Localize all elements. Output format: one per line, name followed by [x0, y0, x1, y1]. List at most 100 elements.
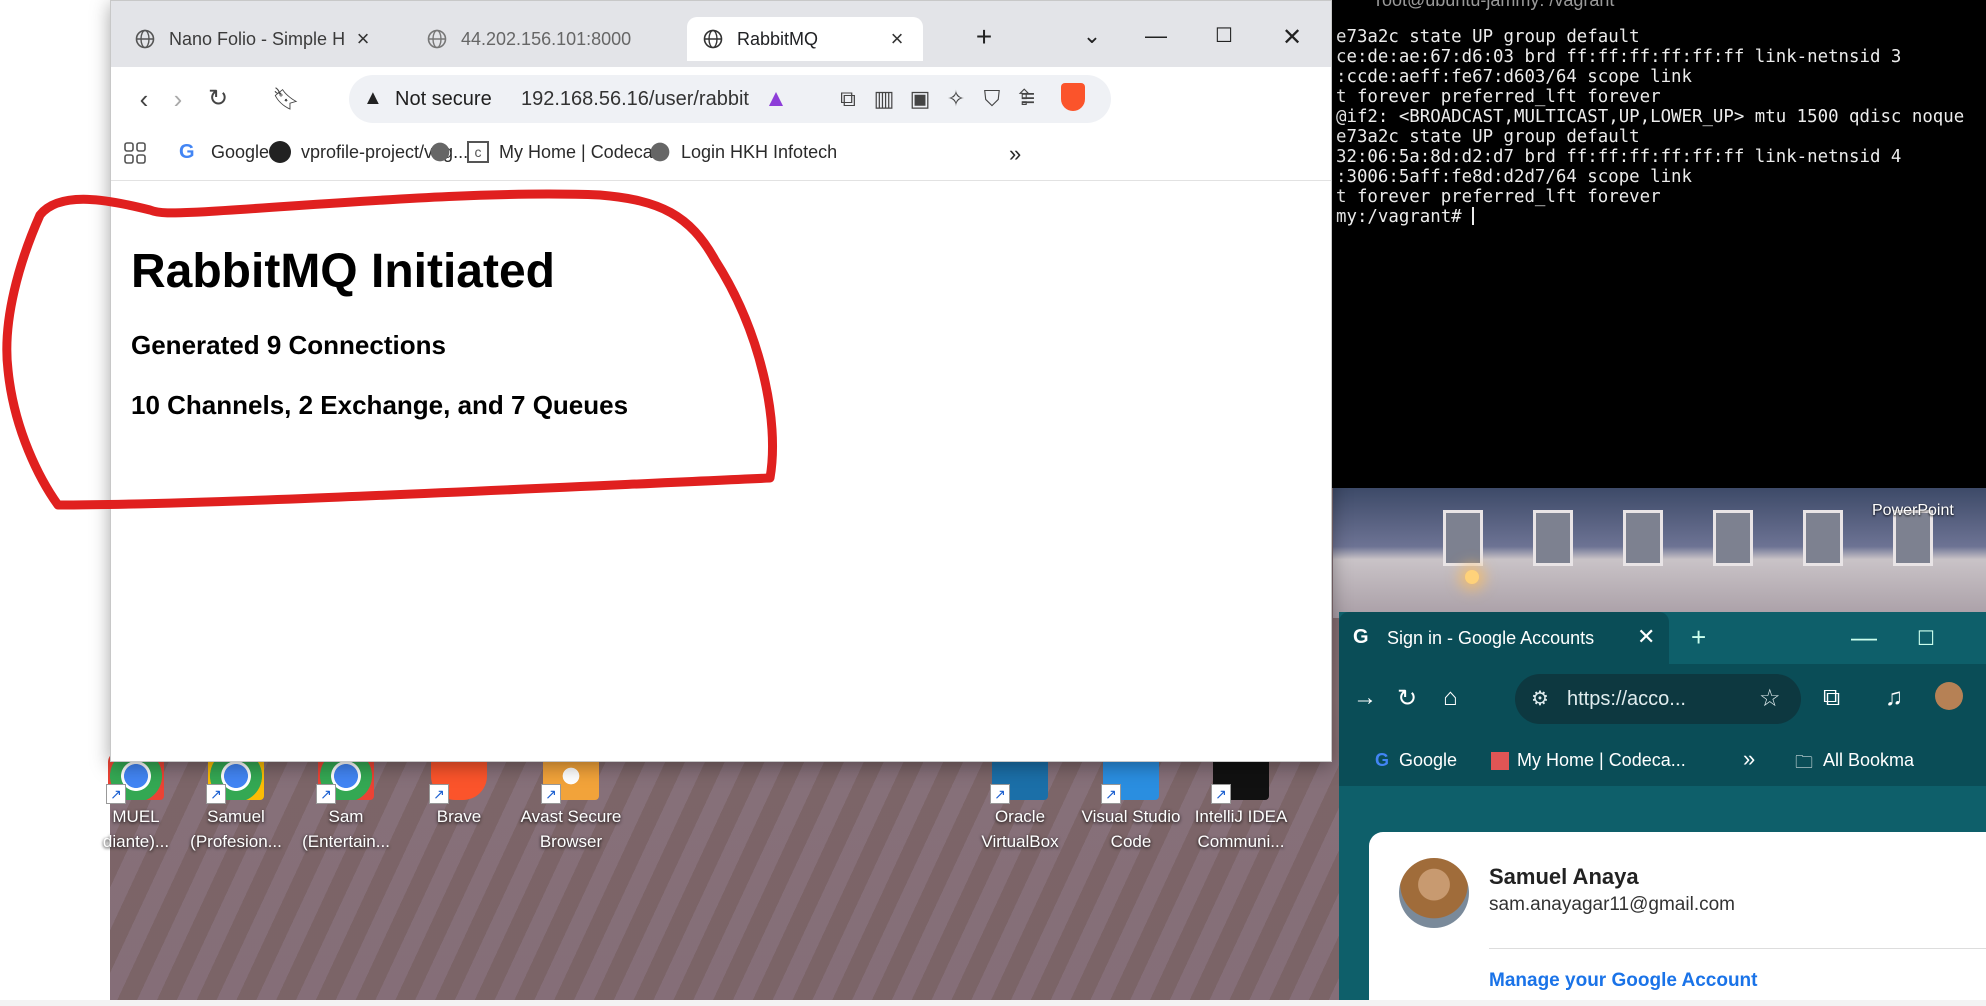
manage-account-link[interactable]: Manage your Google Account — [1489, 970, 1758, 992]
terminal-line: 32:06:5a:8d:d2:d7 brd ff:ff:ff:ff:ff:ff … — [1336, 147, 1902, 167]
terminal-prompt: my:/vagrant# — [1336, 207, 1473, 227]
desktop-icon-intellij[interactable]: ↗ IntelliJ IDEA Communi... — [1186, 752, 1296, 854]
terminal-line: e73a2c state UP group default — [1336, 127, 1640, 147]
terminal-line: e73a2c state UP group default — [1336, 27, 1640, 47]
terminal-line: t forever preferred_lft forever — [1336, 187, 1661, 207]
google-icon: G — [1375, 750, 1390, 770]
bookmark-hkh-infotech[interactable]: Login HKH Infotech — [649, 141, 837, 163]
page-content: RabbitMQ Initiated Generated 9 Connectio… — [111, 182, 1331, 761]
apps-grid-icon[interactable] — [123, 141, 147, 165]
bookmarks-bar: G Google vprofile-project/vag... c My Ho… — [111, 131, 1331, 181]
extensions-icon[interactable]: ⧉ — [833, 85, 863, 115]
desktop-icon-avast[interactable]: ↗ Avast Secure Browser — [516, 752, 626, 854]
powerpoint-label: PowerPoint — [1872, 502, 1954, 519]
google-bookmarks-bar: G Google My Home | Codeca... » 🗀︎ All Bo… — [1339, 736, 1986, 786]
sidebar-icon[interactable]: ▥ — [869, 85, 899, 115]
close-window-button[interactable]: ✕ — [1277, 23, 1307, 52]
bookmark-google[interactable]: G Google — [179, 141, 269, 163]
back-button[interactable]: ‹ — [129, 85, 159, 115]
bookmark-globe[interactable] — [429, 141, 461, 163]
leo-ai-icon[interactable]: ✧ — [941, 85, 971, 115]
divider — [1489, 948, 1986, 949]
google-account-card: Samuel Anaya sam.anayagar11@gmail.com Ma… — [1369, 832, 1986, 1006]
tab-label: Sign in - Google Accounts — [1387, 628, 1595, 648]
codecademy-icon: c — [467, 141, 489, 163]
tab-ip-8000[interactable]: 44.202.156.101:8000 — [411, 17, 641, 61]
terminal-window[interactable]: root@ubuntu-jammy: /vagrant e73a2c state… — [1330, 0, 1986, 488]
tab-google-signin[interactable]: G Sign in - Google Accounts ✕ — [1339, 612, 1669, 664]
media-icon[interactable]: ♫ — [1885, 684, 1903, 712]
menu-icon[interactable]: ≡ — [1013, 85, 1043, 115]
tab-strip: Nano Folio - Simple H × 44.202.156.101:8… — [111, 1, 1331, 67]
terminal-output: e73a2c state UP group default ce:de:ae:67… — [1336, 27, 1964, 227]
all-bookmarks-button[interactable]: All Bookma — [1823, 750, 1914, 771]
tab-label: 44.202.156.101:8000 — [461, 28, 632, 49]
url-text[interactable]: 192.168.56.16/user/rabbit — [521, 88, 749, 111]
new-tab-button[interactable]: + — [969, 21, 999, 53]
google-icon: G — [179, 141, 195, 163]
star-icon[interactable]: ☆ — [1759, 684, 1781, 713]
profile-avatar[interactable] — [1935, 682, 1963, 710]
more-bookmarks-button[interactable]: » — [1743, 746, 1755, 772]
new-tab-button[interactable]: + — [1691, 622, 1706, 653]
bottom-strip — [0, 1000, 1986, 1006]
close-tab-icon[interactable]: × — [885, 27, 909, 51]
more-bookmarks-button[interactable]: » — [1009, 141, 1021, 167]
browser-toolbar: ‹ › ↻ 🔖︎ ▲ Not secure 192.168.56.16/user… — [111, 67, 1331, 131]
maximize-button[interactable]: ☐ — [1209, 23, 1239, 48]
bookmark-icon[interactable]: 🔖︎ — [271, 85, 301, 115]
vpn-icon[interactable]: ⛉ — [977, 85, 1007, 115]
google-icon: G — [1353, 626, 1369, 648]
brave-rewards-icon[interactable]: ▲ — [761, 85, 791, 115]
tab-label: RabbitMQ — [737, 28, 819, 49]
tab-label: Nano Folio - Simple H — [169, 28, 346, 49]
terminal-line: @if2: <BROADCAST,MULTICAST,UP,LOWER_UP> … — [1336, 107, 1965, 127]
google-url-text[interactable]: https://acco... — [1567, 688, 1686, 711]
terminal-line: :3006:5aff:fe8d:d2d7/64 scope link — [1336, 167, 1692, 187]
account-name: Samuel Anaya — [1489, 864, 1639, 889]
desktop-icon-chrome-2[interactable]: ↗ Samuel (Profesion... — [181, 752, 291, 854]
maximize-button[interactable]: ☐ — [1917, 626, 1935, 651]
globe-icon — [703, 29, 723, 49]
extensions-icon[interactable]: ⧉ — [1823, 684, 1840, 712]
warning-icon: ▲ — [363, 87, 383, 109]
forward-button[interactable]: › — [163, 85, 193, 115]
close-tab-icon[interactable]: × — [351, 27, 375, 51]
home-icon[interactable]: ⌂ — [1443, 684, 1458, 712]
tab-rabbitmq[interactable]: RabbitMQ × — [687, 17, 923, 61]
globe-icon — [430, 142, 450, 162]
google-address-bar[interactable]: ⚙ https://acco... ☆ — [1515, 674, 1801, 724]
desktop-icon-chrome-3[interactable]: ↗ Sam (Entertain... — [291, 752, 401, 854]
desktop-icon-vscode[interactable]: ↗ Visual Studio Code — [1076, 752, 1186, 854]
github-icon — [269, 141, 291, 163]
globe-icon — [650, 142, 670, 162]
reload-button[interactable]: ↻ — [203, 85, 233, 115]
forward-button[interactable]: → — [1353, 684, 1377, 712]
bookmark-codecademy[interactable]: My Home | Codeca... — [1517, 750, 1686, 771]
minimize-button[interactable]: — — [1851, 622, 1877, 653]
summary-text: 10 Channels, 2 Exchange, and 7 Queues — [131, 390, 629, 420]
close-tab-icon[interactable]: ✕ — [1637, 624, 1655, 650]
site-settings-icon[interactable]: ⚙ — [1531, 686, 1549, 711]
screen: PowerPoint ↗ MUEL diante)... ↗ Samuel (P… — [0, 0, 1986, 1006]
connections-text: Generated 9 Connections — [131, 330, 446, 360]
google-toolbar: → ↻ ⌂ ⚙ https://acco... ☆ ⧉ ♫ — [1339, 664, 1986, 736]
tab-nano-folio[interactable]: Nano Folio - Simple H × — [119, 17, 389, 61]
reload-button[interactable]: ↻ — [1397, 684, 1417, 713]
brave-shields-icon[interactable] — [1061, 83, 1085, 111]
tab-search-chevron-icon[interactable]: ⌄ — [1077, 23, 1107, 49]
terminal-line: :ccde:aeff:fe67:d603/64 scope link — [1336, 67, 1692, 87]
bookmark-google[interactable]: Google — [1399, 750, 1457, 771]
wallet-icon[interactable]: ▣ — [905, 85, 935, 115]
codecademy-icon — [1491, 752, 1509, 770]
desktop-icon-virtualbox[interactable]: ↗ Oracle VirtualBox — [965, 752, 1075, 854]
globe-icon — [135, 29, 155, 49]
security-label[interactable]: Not secure — [395, 88, 492, 111]
desktop-icon-chrome-1[interactable]: ↗ MUEL diante)... — [81, 752, 191, 854]
bookmark-codecademy[interactable]: c My Home | Codeca... — [467, 141, 668, 163]
desktop-icon-brave[interactable]: ↗ Brave — [404, 752, 514, 829]
minimize-button[interactable]: — — [1141, 23, 1171, 49]
terminal-title: root@ubuntu-jammy: /vagrant — [1376, 0, 1615, 10]
terminal-line: ce:de:ae:67:d6:03 brd ff:ff:ff:ff:ff:ff … — [1336, 47, 1902, 67]
page-title: RabbitMQ Initiated — [131, 245, 555, 298]
